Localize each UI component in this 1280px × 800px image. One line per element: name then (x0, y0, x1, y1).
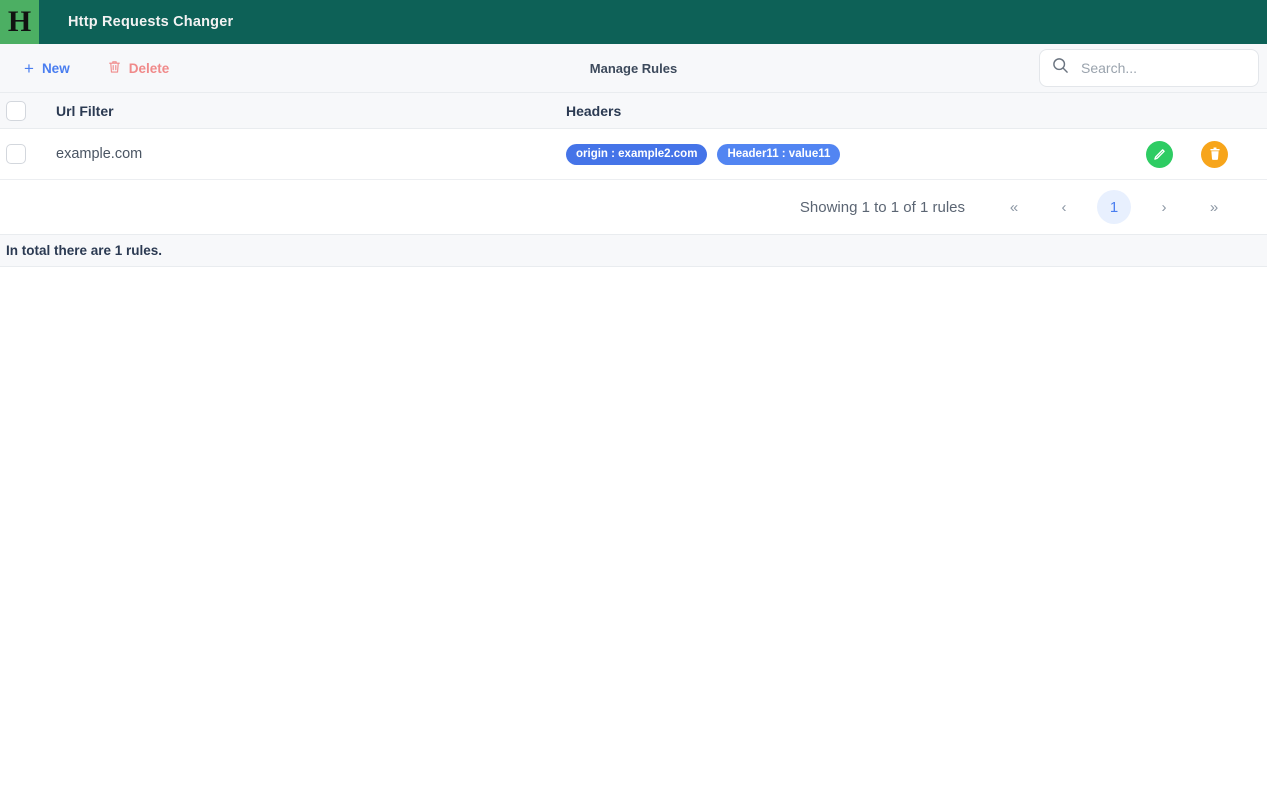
select-all-checkbox[interactable] (6, 100, 26, 121)
plus-icon: + (24, 58, 34, 78)
trash-icon (108, 60, 121, 77)
table-row[interactable]: example.com origin : example2.com Header… (0, 129, 1267, 180)
column-header-url-filter[interactable]: Url Filter (56, 103, 566, 119)
rules-table: Url Filter Headers example.com origin : … (0, 93, 1267, 180)
table-header-row: Url Filter Headers (0, 93, 1267, 129)
row-select-cell (0, 144, 56, 164)
header-badge[interactable]: origin : example2.com (566, 143, 708, 165)
row-checkbox[interactable] (6, 144, 26, 164)
pencil-icon (1152, 147, 1167, 162)
pagination-prev-button[interactable]: ‹ (1047, 190, 1081, 224)
edit-rule-button[interactable] (1146, 140, 1173, 168)
logo-letter-h: H (7, 5, 32, 38)
app-logo: H (0, 0, 40, 44)
delete-selected-button[interactable]: Delete (102, 56, 176, 81)
search-icon (1052, 57, 1069, 79)
search-box[interactable] (1039, 49, 1259, 87)
pagination-bar: Showing 1 to 1 of 1 rules « ‹ 1 › » (0, 180, 1267, 235)
total-rules-text: In total there are 1 rules. (6, 243, 163, 258)
new-rule-label: New (41, 60, 70, 76)
pager: « ‹ 1 › » (989, 190, 1239, 224)
app-title: Http Requests Changer (68, 14, 234, 30)
pagination-last-button[interactable]: » (1197, 190, 1231, 224)
trash-icon (1208, 147, 1222, 161)
app-header: H Http Requests Changer (0, 0, 1267, 44)
select-all-cell (0, 100, 56, 121)
delete-rule-button[interactable] (1201, 140, 1228, 168)
cell-actions (1107, 140, 1267, 168)
cell-headers: origin : example2.com Header11 : value11 (566, 143, 1107, 165)
search-input[interactable] (1079, 59, 1246, 77)
column-header-headers[interactable]: Headers (566, 103, 1107, 119)
footer-bar: In total there are 1 rules. (0, 235, 1267, 267)
pagination-page-1[interactable]: 1 (1097, 190, 1131, 224)
delete-selected-label: Delete (128, 60, 170, 76)
pagination-first-button[interactable]: « (997, 190, 1031, 224)
cell-url-filter: example.com (56, 146, 143, 162)
pagination-next-button[interactable]: › (1147, 190, 1181, 224)
new-rule-button[interactable]: + New (18, 56, 76, 81)
app-root: H Http Requests Changer + New Delete Man… (0, 0, 1280, 800)
pagination-summary: Showing 1 to 1 of 1 rules (799, 198, 965, 216)
header-badge[interactable]: Header11 : value11 (717, 143, 841, 165)
toolbar: + New Delete Manage Rules (0, 44, 1267, 93)
